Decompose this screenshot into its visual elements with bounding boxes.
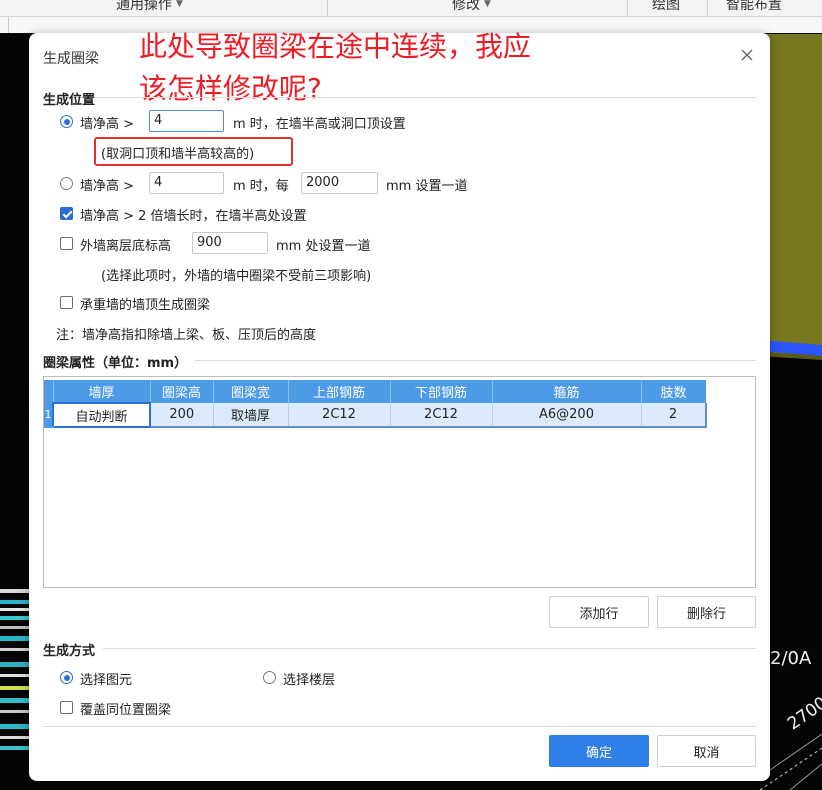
cell-beam-height[interactable]: 200 <box>150 403 214 428</box>
radio-select-element[interactable] <box>60 671 73 684</box>
ribbon-draw-label: 绘图 <box>652 0 680 13</box>
dim-line <box>769 733 822 771</box>
cell-wall-thickness[interactable]: 自动判断 <box>52 402 151 428</box>
opt1-note: (取洞口顶和墙半高较高的) <box>101 147 255 162</box>
chevron-down-icon: ▼ <box>484 0 491 9</box>
add-row-button[interactable]: 添加行 <box>549 596 649 628</box>
col-top-rebar[interactable]: 上部钢筋 <box>288 380 391 403</box>
col-beam-height[interactable]: 圈梁高 <box>150 380 214 403</box>
stack-line <box>0 698 29 703</box>
annotation-text-line1: 此处导致圈梁在途中连续，我应 <box>139 30 532 63</box>
app-ribbon: 通用操作 ▼ 修改 ▼ 绘图 智能布置 <box>0 0 822 17</box>
ring-beam-grid: 墙厚 圈梁高 圈梁宽 上部钢筋 下部钢筋 箍筋 肢数 1 自动判断 200 取墙… <box>44 380 707 428</box>
check2-label: 外墙离层底标高 <box>80 239 172 254</box>
radio-select-floor-label: 选择楼层 <box>283 673 336 688</box>
ribbon-smart-layout-label: 智能布置 <box>726 0 782 13</box>
clear-height-input-2[interactable]: 4 <box>149 172 224 194</box>
ribbon-separator <box>627 0 628 16</box>
check3-label: 承重墙的墙顶生成圈梁 <box>80 298 211 313</box>
clear-height-input-1[interactable]: 4 <box>149 110 224 132</box>
radio-select-floor[interactable] <box>263 671 276 684</box>
dim-line <box>789 763 822 790</box>
checkbox-overwrite[interactable] <box>60 701 73 714</box>
row-number-header <box>44 380 54 403</box>
axis-label: 2/0A <box>770 648 812 669</box>
checkbox-bearing-wall-top[interactable] <box>60 296 73 309</box>
col-wall-thickness[interactable]: 墙厚 <box>53 380 151 403</box>
stack-line <box>0 674 29 677</box>
cell-top-rebar[interactable]: 2C12 <box>288 403 391 428</box>
section-divider <box>43 648 756 649</box>
row-number: 1 <box>44 403 54 428</box>
ribbon-smart-layout[interactable]: 智能布置 <box>726 0 782 14</box>
section-title-properties: 圈梁属性（单位：mm） <box>43 352 196 371</box>
checkbox-overwrite-label: 覆盖同位置圈梁 <box>80 703 172 718</box>
radio-clear-height-half[interactable] <box>60 115 73 128</box>
stack-line <box>0 662 29 667</box>
stack-line <box>0 746 29 750</box>
stack-line <box>0 589 29 593</box>
section-title-position: 生成位置 <box>43 93 96 108</box>
check2-note: (选择此项时，外墙的墙中圈梁不受前三项影响) <box>101 269 372 284</box>
stack-line <box>0 648 29 651</box>
cell-beam-width[interactable]: 取墙厚 <box>213 403 289 428</box>
opt1-suffix: m 时，在墙半高或洞口顶设置 <box>233 117 406 132</box>
annotation-text-line2: 该怎样修改呢? <box>139 72 322 105</box>
ribbon-modify-label: 修改 <box>452 0 480 13</box>
table-header-row: 墙厚 圈梁高 圈梁宽 上部钢筋 下部钢筋 箍筋 肢数 <box>44 380 706 403</box>
cell-stirrup[interactable]: A6@200 <box>492 403 642 428</box>
tab-stub[interactable] <box>0 17 9 33</box>
ring-beam-table: 墙厚 圈梁高 圈梁宽 上部钢筋 下部钢筋 箍筋 肢数 1 自动判断 200 取墙… <box>43 376 756 588</box>
opt2-middle: m 时，每 <box>233 179 289 194</box>
col-stirrup[interactable]: 箍筋 <box>492 380 642 403</box>
exterior-elevation-input[interactable]: 900 <box>192 232 268 254</box>
section-title-method: 生成方式 <box>43 640 104 659</box>
ribbon-general-ops[interactable]: 通用操作 ▼ <box>116 0 183 14</box>
ribbon-general-ops-label: 通用操作 <box>116 0 172 13</box>
check2-suffix: mm 处设置一道 <box>276 239 371 254</box>
opt2-label: 墙净高 > <box>80 179 135 194</box>
stack-line <box>0 736 29 739</box>
ribbon-separator <box>707 0 708 16</box>
check1-label: 墙净高 > 2 倍墙长时，在墙半高处设置 <box>80 209 307 224</box>
generate-ring-beam-dialog: 生成圈梁 此处导致圈梁在途中连续，我应 该怎样修改呢? 生成位置 墙净高 > 4… <box>29 33 770 781</box>
opt1-label: 墙净高 > <box>80 117 135 132</box>
stack-line <box>0 724 29 729</box>
chevron-down-icon: ▼ <box>176 0 183 9</box>
radio-select-element-label: 选择图元 <box>80 673 133 688</box>
dialog-title: 生成圈梁 <box>43 51 99 67</box>
cell-legs[interactable]: 2 <box>641 403 707 428</box>
cancel-button[interactable]: 取消 <box>657 735 756 767</box>
stack-line <box>0 626 29 629</box>
checkbox-twice-length[interactable] <box>60 207 73 220</box>
interval-input[interactable]: 2000 <box>301 172 378 194</box>
stack-line <box>0 686 29 690</box>
stack-line <box>0 616 29 620</box>
ok-button[interactable]: 确定 <box>549 735 649 767</box>
stack-line <box>0 600 29 604</box>
table-row[interactable]: 1 自动判断 200 取墙厚 2C12 2C12 A6@200 2 <box>44 402 707 428</box>
stack-line <box>0 710 29 713</box>
ribbon-draw[interactable]: 绘图 <box>652 0 680 14</box>
col-legs[interactable]: 肢数 <box>641 380 706 403</box>
radio-clear-height-interval[interactable] <box>60 177 73 190</box>
ribbon-modify[interactable]: 修改 ▼ <box>452 0 491 14</box>
stack-line <box>0 608 29 611</box>
cell-bottom-rebar[interactable]: 2C12 <box>390 403 493 428</box>
stack-line <box>0 636 29 641</box>
delete-row-button[interactable]: 删除行 <box>657 596 756 628</box>
opt2-suffix: mm 设置一道 <box>386 179 468 194</box>
ribbon-separator <box>327 0 328 16</box>
checkbox-exterior-wall[interactable] <box>60 237 73 250</box>
close-icon[interactable] <box>737 45 757 65</box>
footnote: 注：墙净高指扣除墙上梁、板、压顶后的高度 <box>56 328 317 343</box>
col-beam-width[interactable]: 圈梁宽 <box>213 380 289 403</box>
section-divider <box>43 97 756 98</box>
col-bottom-rebar[interactable]: 下部钢筋 <box>390 380 493 403</box>
footer-divider <box>43 726 756 727</box>
